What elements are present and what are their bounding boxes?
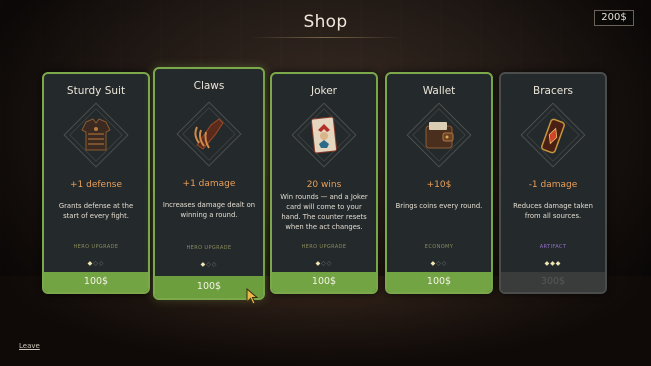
card-name: Sturdy Suit (66, 85, 126, 97)
card-description: Reduces damage taken from all sources. (513, 202, 593, 220)
level-dot-filled: ◆◆◆ (544, 260, 562, 267)
money-counter: 200$ (594, 10, 634, 26)
card-name: Joker (310, 85, 337, 97)
card-category: Hero upgrade (301, 244, 347, 250)
mouse-cursor-icon (246, 288, 259, 305)
buy-button[interactable]: 100$ (272, 272, 376, 292)
leave-link[interactable]: Leave (19, 342, 40, 350)
shop-card-joker[interactable]: Joker 20 wins Win rounds — and a Joker c… (270, 72, 378, 294)
level-indicator: ◆◇◇ (430, 260, 448, 267)
level-dot-filled: ◆ (87, 260, 94, 267)
buy-button[interactable]: 100$ (44, 272, 148, 292)
shop-card-sturdy-suit[interactable]: Sturdy Suit +1 defense Grants defense at… (42, 72, 150, 294)
card-name: Wallet (422, 85, 456, 97)
card-stat: +1 defense (69, 180, 122, 190)
shop-card-wallet[interactable]: Wallet +10$ Brings coins every round. Ec… (385, 72, 493, 294)
page-title: Shop (303, 12, 348, 32)
bracer-icon (541, 118, 565, 154)
claws-icon (194, 118, 224, 150)
card-stat: -1 damage (528, 180, 578, 190)
card-category: Artifact (539, 244, 567, 250)
level-dot-filled: ◆ (200, 261, 207, 268)
buy-button[interactable]: 100$ (387, 272, 491, 292)
wallet-icon (425, 122, 454, 149)
level-dot-filled: ◆ (430, 260, 437, 267)
level-dot-filled: ◆ (315, 260, 322, 267)
level-indicator: ◆◇◇ (87, 260, 105, 267)
card-description: Increases damage dealt on winning a roun… (162, 201, 256, 219)
card-stat: +10$ (426, 180, 452, 190)
level-indicator: ◆◆◆ (501, 260, 605, 267)
level-indicator: ◆◇◇ (315, 260, 333, 267)
title-divider (250, 37, 401, 38)
card-category: Hero upgrade (186, 245, 232, 251)
level-indicator: ◆◇◇ (200, 261, 218, 268)
card-description: Brings coins every round. (395, 202, 483, 210)
card-stat: 20 wins (306, 180, 342, 190)
shop-card-bracers[interactable]: Bracers -1 damage Reduces damage taken f… (499, 72, 607, 294)
card-category: Economy (424, 244, 454, 250)
joker-card-icon (310, 116, 338, 154)
card-stat: +1 damage (182, 179, 236, 189)
card-description: Win rounds — and a Joker card will come … (280, 193, 368, 231)
card-name: Bracers (533, 85, 573, 97)
card-category: Hero upgrade (73, 244, 119, 250)
card-description: Grants defense at the start of every fig… (58, 202, 134, 220)
armor-icon (81, 118, 111, 151)
shop-card-claws[interactable]: Claws +1 damage Increases damage dealt o… (153, 67, 265, 300)
buy-button[interactable]: 300$ (501, 272, 605, 292)
card-name: Claws (193, 80, 225, 92)
